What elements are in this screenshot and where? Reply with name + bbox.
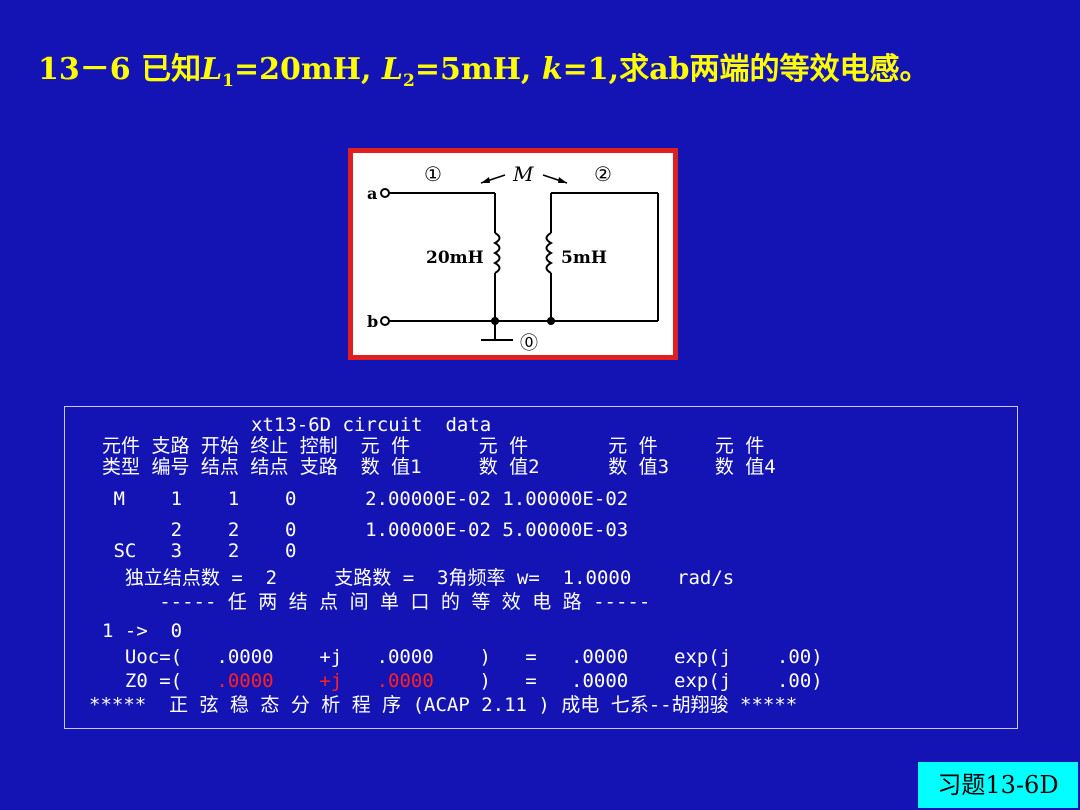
title-prefix: 13－6 已知: [38, 52, 202, 87]
terminal-b-label: b: [367, 312, 378, 331]
inductor-l2-label: 5mH: [561, 248, 607, 268]
terminal-a-circle: [380, 188, 390, 198]
z0-suffix: ) = .0000 exp(j .00): [433, 670, 823, 692]
node-1-label: ①: [424, 162, 442, 186]
node-0-label: ⓪: [520, 333, 538, 354]
inductor-l1-coil: [492, 232, 501, 274]
title-part3: =1,求ab两端的等效电感。: [562, 52, 930, 87]
inductor-l1-label: 20mH: [426, 248, 484, 268]
node-2-label: ②: [594, 162, 612, 186]
z0-gap-2: [342, 670, 376, 692]
z0-imag-part: .0000: [376, 670, 434, 692]
equivalent-circuit-title: ----- 任 两 结 点 间 单 口 的 等 效 电 路 -----: [102, 591, 651, 613]
problem-title: 13－6 已知L1=20mH, L2=5mH, k=1,求ab两端的等效电感。: [38, 44, 930, 91]
terminal-a-label: a: [367, 184, 377, 203]
node-path: 1 -> 0: [102, 620, 183, 642]
circuit-diagram: a b 20mH 5mH ① ② ⓪ M: [348, 148, 678, 360]
junction-dot-right: [547, 317, 555, 325]
l1-subscript: 1: [222, 71, 235, 91]
mutual-arrowhead-left: [481, 177, 490, 183]
z0-prefix: Z0 =(: [102, 670, 217, 692]
column-header-row2: 类型 编号 结点 结点 支路 数 值1 数 值2 数 值3 数 值4: [102, 456, 776, 478]
exercise-tag: 习题13-6D: [918, 762, 1078, 808]
z0-line: Z0 =( .0000 +j .0000 ) = .0000 exp(j .00…: [102, 671, 823, 692]
junction-dot-left: [491, 317, 499, 325]
data-header: xt13-6D circuit data: [251, 414, 492, 436]
circuit-svg: a b 20mH 5mH ① ② ⓪ M: [367, 162, 659, 354]
terminal-b-circle: [380, 316, 390, 326]
element-row-sc: SC 3 2 0: [102, 540, 297, 562]
uoc-line: Uoc=( .0000 +j .0000 ) = .0000 exp(j .00…: [102, 646, 823, 668]
z0-real-part: .0000: [216, 670, 274, 692]
inductor-l2-coil: [545, 232, 554, 274]
z0-j: +j: [319, 670, 343, 692]
k-symbol: k: [541, 52, 563, 87]
title-part2: =5mH,: [414, 52, 542, 87]
z0-gap-1: [274, 670, 320, 692]
column-header-row1: 元件 支路 开始 终止 控制 元 件 元 件 元 件 元 件: [102, 435, 765, 457]
acap-output-panel: xt13-6D circuit data 元件 支路 开始 终止 控制 元 件 …: [64, 406, 1018, 729]
title-part1: =20mH,: [234, 52, 382, 87]
l2-subscript: 2: [402, 71, 415, 91]
l2-symbol: L: [381, 52, 403, 87]
program-footer: ***** 正 弦 稳 态 分 析 程 序 (ACAP 2.11 ) 成电 七系…: [89, 694, 798, 716]
mutual-label: M: [512, 162, 534, 186]
summary-line: 独立结点数 = 2 支路数 = 3角频率 w= 1.0000 rad/s: [102, 567, 735, 589]
element-row-2: 2 2 0 1.00000E-02 5.00000E-03: [102, 519, 629, 541]
mutual-arrowhead-right: [558, 177, 567, 183]
l1-symbol: L: [201, 52, 223, 87]
element-row-m: M 1 1 0 2.00000E-02 1.00000E-02: [102, 488, 629, 510]
